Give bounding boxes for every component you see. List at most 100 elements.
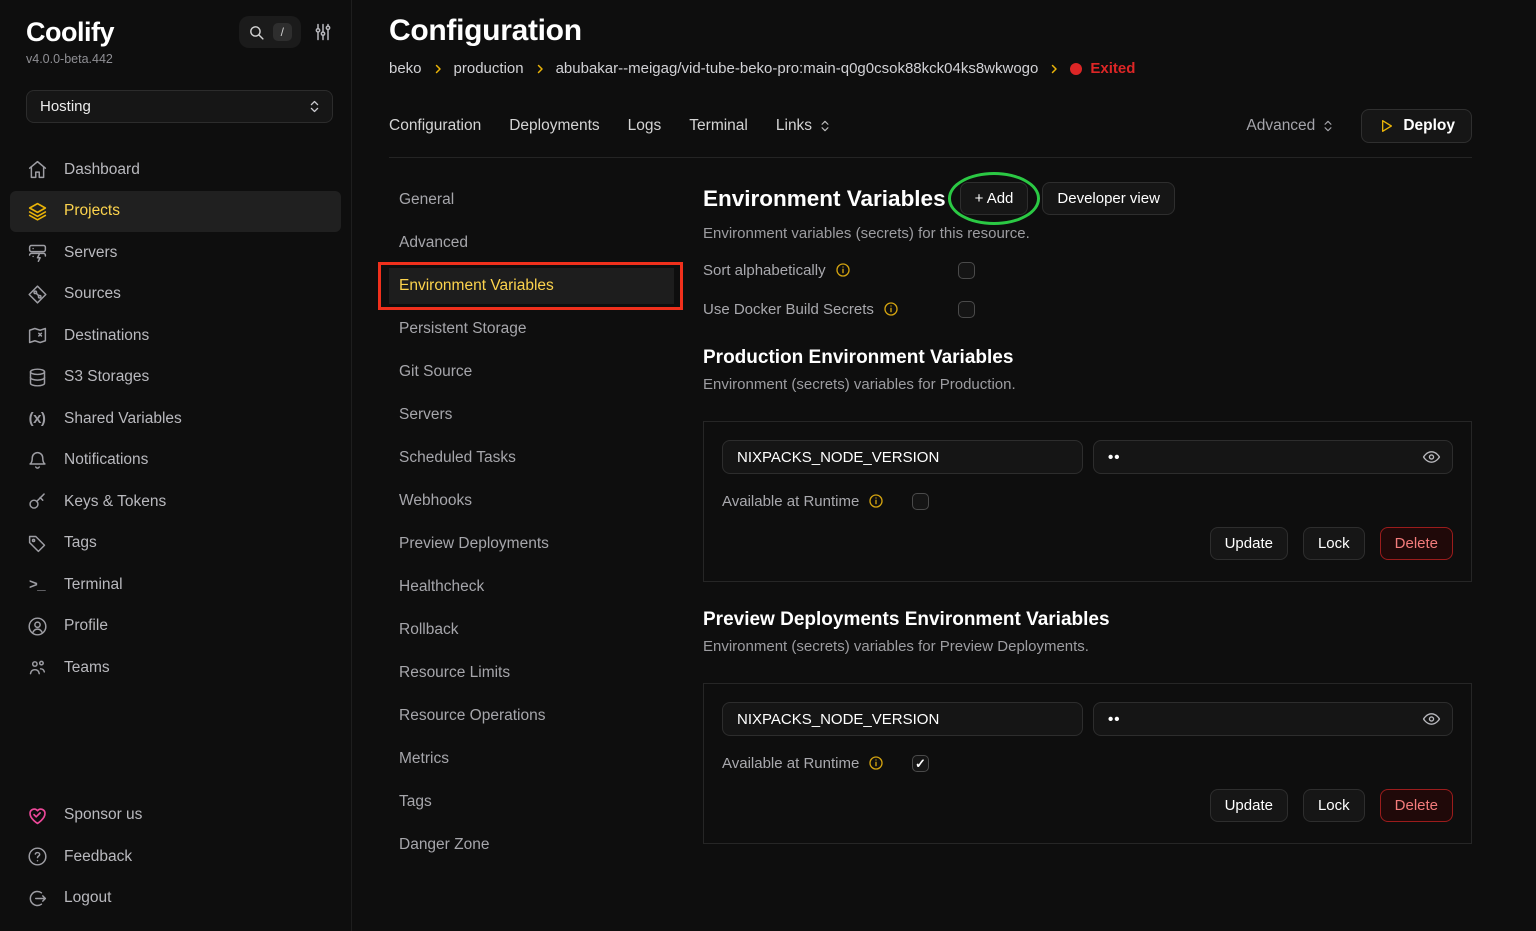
sidebar-item-logout[interactable]: Logout (10, 878, 341, 920)
breadcrumb: beko production abubakar--meigag/vid-tub… (389, 60, 1472, 77)
variable-value-input[interactable] (1093, 702, 1453, 736)
sidebar-item-feedback[interactable]: Feedback (10, 836, 341, 878)
subnav-item-healthcheck[interactable]: Healthcheck (389, 569, 674, 605)
deploy-button[interactable]: Deploy (1361, 109, 1472, 143)
server-icon (26, 242, 48, 264)
subnav-item-persistent-storage[interactable]: Persistent Storage (389, 311, 674, 347)
bell-icon (26, 449, 48, 471)
subnav-item-metrics[interactable]: Metrics (389, 741, 674, 777)
info-icon (868, 755, 884, 771)
subnav-item-general[interactable]: General (389, 182, 674, 218)
tab-logs[interactable]: Logs (628, 117, 662, 135)
production-section-description: Environment (secrets) variables for Prod… (703, 376, 1472, 393)
available-at-runtime-label: Available at Runtime (722, 493, 859, 510)
eye-icon[interactable] (1422, 710, 1441, 729)
search-shortcut-key: / (273, 23, 292, 41)
variable-icon: (x) (26, 408, 48, 430)
update-button[interactable]: Update (1210, 527, 1288, 560)
eye-icon[interactable] (1422, 448, 1441, 467)
sidebar-item-sources[interactable]: Sources (10, 274, 341, 316)
breadcrumb-team[interactable]: beko (389, 60, 422, 77)
lock-button[interactable]: Lock (1303, 527, 1365, 560)
deploy-button-label: Deploy (1403, 117, 1455, 135)
update-button[interactable]: Update (1210, 789, 1288, 822)
env-description: Environment variables (secrets) for this… (703, 225, 1472, 242)
sidebar-item-label: Terminal (64, 576, 123, 594)
sidebar-item-label: Shared Variables (64, 410, 182, 428)
subnav-item-preview-deployments[interactable]: Preview Deployments (389, 526, 674, 562)
tab-deployments[interactable]: Deployments (509, 117, 599, 135)
sidebar-item-label: Notifications (64, 451, 148, 469)
sidebar-nav: Dashboard Projects Servers Sources Desti… (0, 149, 351, 689)
chevron-up-down-icon (818, 119, 832, 133)
subnav-item-git-source[interactable]: Git Source (389, 354, 674, 390)
workspace-select[interactable]: Hosting (26, 90, 333, 123)
sidebar-item-shared-variables[interactable]: (x) Shared Variables (10, 398, 341, 440)
play-icon (1378, 118, 1394, 134)
sidebar-item-sponsor[interactable]: Sponsor us (10, 795, 341, 837)
delete-button[interactable]: Delete (1380, 789, 1453, 822)
sidebar-item-servers[interactable]: Servers (10, 232, 341, 274)
sidebar-item-projects[interactable]: Projects (10, 191, 341, 233)
sidebar-item-label: Dashboard (64, 161, 140, 179)
chevron-right-icon (534, 63, 546, 75)
sidebar-item-label: Feedback (64, 848, 132, 866)
key-icon (26, 491, 48, 513)
breadcrumb-resource[interactable]: abubakar--meigag/vid-tube-beko-pro:main-… (556, 60, 1039, 77)
tab-terminal[interactable]: Terminal (689, 117, 748, 135)
tab-links[interactable]: Links (776, 117, 832, 135)
subnav-item-resource-limits[interactable]: Resource Limits (389, 655, 674, 691)
docker-build-secrets-checkbox[interactable] (958, 301, 975, 318)
lock-button[interactable]: Lock (1303, 789, 1365, 822)
subnav-item-resource-operations[interactable]: Resource Operations (389, 698, 674, 734)
settings-subnav: General Advanced Environment Variables P… (389, 182, 674, 870)
tab-configuration[interactable]: Configuration (389, 117, 481, 135)
subnav-item-tags[interactable]: Tags (389, 784, 674, 820)
subnav-item-scheduled-tasks[interactable]: Scheduled Tasks (389, 440, 674, 476)
sliders-icon (313, 22, 333, 42)
sidebar-item-tags[interactable]: Tags (10, 523, 341, 565)
tag-icon (26, 532, 48, 554)
app-version: v4.0.0-beta.442 (0, 52, 351, 66)
preview-variable-card: Available at Runtime Update Lock Delete (703, 683, 1472, 844)
subnav-item-webhooks[interactable]: Webhooks (389, 483, 674, 519)
production-section-title: Production Environment Variables (703, 347, 1472, 369)
variable-name-input[interactable] (722, 702, 1083, 736)
subnav-item-label: Environment Variables (399, 277, 554, 294)
sidebar-item-terminal[interactable]: >_ Terminal (10, 564, 341, 606)
sidebar-item-label: Sources (64, 285, 121, 303)
developer-view-button[interactable]: Developer view (1042, 182, 1175, 215)
variable-name-input[interactable] (722, 440, 1083, 474)
sidebar-item-destinations[interactable]: Destinations (10, 315, 341, 357)
subnav-item-danger-zone[interactable]: Danger Zone (389, 827, 674, 863)
sort-alphabetically-checkbox[interactable] (958, 262, 975, 279)
sidebar-item-label: Sponsor us (64, 806, 142, 824)
subnav-item-advanced[interactable]: Advanced (389, 225, 674, 261)
available-at-runtime-checkbox[interactable] (912, 755, 929, 772)
sidebar-item-label: Projects (64, 202, 120, 220)
settings-sliders-button[interactable] (313, 22, 333, 42)
sidebar-item-notifications[interactable]: Notifications (10, 440, 341, 482)
delete-button[interactable]: Delete (1380, 527, 1453, 560)
variable-value-input[interactable] (1093, 440, 1453, 474)
info-icon (883, 301, 899, 317)
info-icon (868, 493, 884, 509)
sidebar-item-keys-tokens[interactable]: Keys & Tokens (10, 481, 341, 523)
subnav-item-servers[interactable]: Servers (389, 397, 674, 433)
sidebar-item-profile[interactable]: Profile (10, 606, 341, 648)
users-icon (26, 657, 48, 679)
chevron-up-down-icon (307, 99, 322, 114)
subnav-item-environment-variables[interactable]: Environment Variables (389, 268, 674, 304)
breadcrumb-environment[interactable]: production (454, 60, 524, 77)
terminal-icon: >_ (26, 574, 48, 596)
sidebar-item-s3-storages[interactable]: S3 Storages (10, 357, 341, 399)
available-at-runtime-checkbox[interactable] (912, 493, 929, 510)
subnav-item-rollback[interactable]: Rollback (389, 612, 674, 648)
add-variable-button[interactable]: + Add (960, 182, 1029, 215)
advanced-select[interactable]: Advanced (1246, 117, 1335, 135)
sidebar-item-label: Keys & Tokens (64, 493, 166, 511)
sidebar-item-dashboard[interactable]: Dashboard (10, 149, 341, 191)
sidebar-item-teams[interactable]: Teams (10, 647, 341, 689)
status-badge: Exited (1070, 60, 1135, 77)
search-button[interactable]: / (239, 16, 301, 48)
